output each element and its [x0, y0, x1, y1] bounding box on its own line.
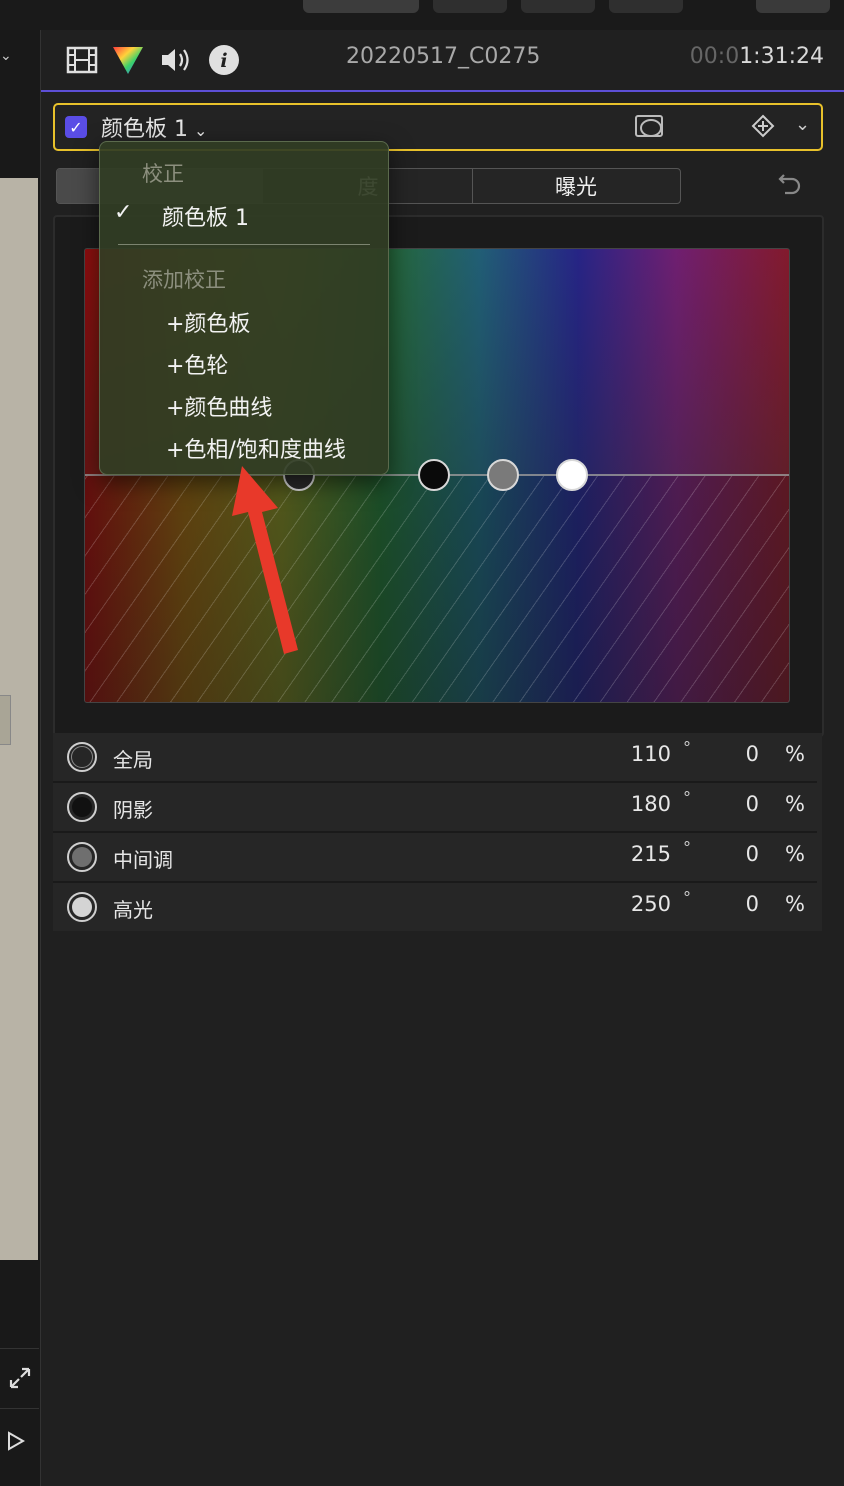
degree-unit: °: [683, 788, 691, 807]
compare-icon[interactable]: [0, 1408, 39, 1473]
reset-icon[interactable]: [776, 172, 804, 200]
puck-highlights[interactable]: [556, 459, 588, 491]
param-label: 阴影: [113, 798, 153, 822]
board-negative-region: [85, 475, 789, 702]
param-angle[interactable]: 180: [591, 792, 671, 816]
menu-header-add-correction: 添加校正: [142, 268, 226, 292]
param-label: 全局: [113, 748, 153, 772]
percent-unit: %: [785, 792, 805, 816]
inspector-header: i 20220517_C0275 00:01:31:24: [41, 30, 844, 92]
menu-item-add-color-wheels[interactable]: +色轮: [166, 348, 228, 380]
correction-dropdown-menu: 校正 ✓ 颜色板 1 添加校正 +颜色板 +色轮 +颜色曲线 +色相/饱和度曲线: [99, 141, 389, 475]
speaker-icon[interactable]: [159, 44, 193, 76]
timecode: 00:01:31:24: [690, 44, 824, 69]
param-saturation[interactable]: 0: [719, 892, 759, 916]
correction-enable-checkbox[interactable]: ✓: [65, 116, 87, 138]
checkmark-icon: ✓: [114, 200, 133, 225]
mask-icon[interactable]: [635, 115, 663, 137]
puck-midtones[interactable]: [487, 459, 519, 491]
menu-separator: [118, 244, 370, 245]
toolbar-button[interactable]: [609, 0, 683, 13]
param-row-midtones: 中间调 215 ° 0 %: [53, 833, 817, 883]
param-saturation[interactable]: 0: [719, 742, 759, 766]
menu-item-add-color-curves[interactable]: +颜色曲线: [166, 390, 272, 422]
midtones-indicator-icon[interactable]: [67, 842, 97, 872]
param-label: 中间调: [113, 848, 173, 872]
degree-unit: °: [683, 838, 691, 857]
menu-item-add-color-board[interactable]: +颜色板: [166, 306, 250, 338]
svg-text:i: i: [220, 50, 227, 72]
tab-exposure[interactable]: 曝光: [473, 169, 679, 203]
expand-icon[interactable]: [0, 1348, 39, 1407]
correction-title[interactable]: 颜色板 1 ⌄: [101, 111, 207, 143]
color-inspector-icon[interactable]: [111, 44, 145, 76]
clip-name: 20220517_C0275: [346, 44, 541, 69]
degree-unit: °: [683, 738, 691, 757]
menu-item-add-hue-sat-curves[interactable]: +色相/饱和度曲线: [166, 432, 346, 464]
chevron-down-icon[interactable]: ⌄: [0, 48, 14, 68]
puck-shadows[interactable]: [418, 459, 450, 491]
highlights-indicator-icon[interactable]: [67, 892, 97, 922]
menu-item-current-correction[interactable]: 颜色板 1: [162, 200, 249, 232]
param-row-global: 全局 110 ° 0 %: [53, 733, 817, 783]
timecode-value: 1:31:24: [739, 44, 824, 69]
chevron-down-icon[interactable]: ⌄: [795, 114, 815, 138]
top-toolbar-strip: [0, 0, 844, 30]
keyframe-icon[interactable]: [751, 114, 775, 138]
percent-unit: %: [785, 892, 805, 916]
info-icon[interactable]: i: [207, 44, 241, 76]
toolbar-button[interactable]: [303, 0, 419, 13]
global-indicator-icon[interactable]: [67, 742, 97, 772]
param-label: 高光: [113, 898, 153, 922]
param-angle[interactable]: 250: [591, 892, 671, 916]
toolbar-button[interactable]: [756, 0, 830, 13]
shadows-indicator-icon[interactable]: [67, 792, 97, 822]
correction-title-text: 颜色板 1: [101, 117, 188, 142]
degree-unit: °: [683, 888, 691, 907]
param-saturation[interactable]: 0: [719, 792, 759, 816]
timecode-leading: 00:0: [689, 44, 740, 69]
viewer-handle[interactable]: [0, 695, 11, 745]
toolbar-button[interactable]: [433, 0, 507, 13]
toolbar-button[interactable]: [521, 0, 595, 13]
menu-header-corrections: 校正: [142, 162, 184, 186]
percent-unit: %: [785, 842, 805, 866]
color-params-table: 全局 110 ° 0 % 阴影 180 ° 0 % 中间调 215 ° 0 % …: [53, 733, 822, 931]
param-angle[interactable]: 110: [591, 742, 671, 766]
param-row-shadows: 阴影 180 ° 0 %: [53, 783, 817, 833]
chevron-down-icon: ⌄: [194, 121, 208, 140]
param-saturation[interactable]: 0: [719, 842, 759, 866]
param-row-highlights: 高光 250 ° 0 %: [53, 883, 817, 931]
param-angle[interactable]: 215: [591, 842, 671, 866]
percent-unit: %: [785, 742, 805, 766]
film-icon[interactable]: [65, 44, 99, 76]
